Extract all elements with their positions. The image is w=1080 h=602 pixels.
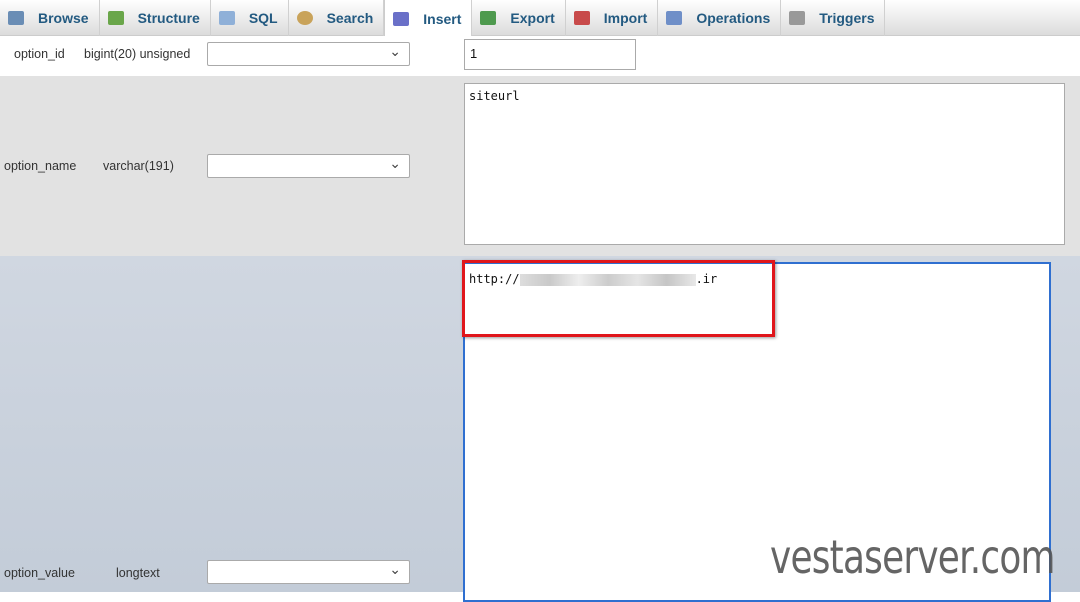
tab-browse[interactable]: Browse <box>0 0 100 36</box>
value-input[interactable]: 1 <box>464 39 636 70</box>
tab-import[interactable]: Import <box>566 0 659 36</box>
column-type: bigint(20) unsigned <box>84 47 191 61</box>
column-type: longtext <box>116 566 160 580</box>
tab-triggers[interactable]: Triggers <box>781 0 886 36</box>
function-select[interactable] <box>207 42 410 66</box>
row-option-id: option_id bigint(20) unsigned 1 <box>0 36 1080 76</box>
column-type: varchar(191) <box>103 159 174 173</box>
sql-scroll-icon <box>218 11 235 25</box>
tab-insert[interactable]: Insert <box>384 0 473 37</box>
insert-icon <box>393 11 410 26</box>
tab-search[interactable]: Search <box>289 0 385 36</box>
tab-sql[interactable]: SQL <box>211 0 289 36</box>
tab-bar: Browse Structure SQL Search Insert Expor… <box>0 0 1080 37</box>
column-name: option_value <box>4 566 75 580</box>
export-icon <box>480 11 497 25</box>
structure-icon <box>107 11 124 25</box>
tab-operations[interactable]: Operations <box>658 0 782 36</box>
highlight-box <box>462 260 775 337</box>
value-textarea[interactable]: siteurl <box>464 83 1065 245</box>
import-icon <box>573 11 590 25</box>
tab-export[interactable]: Export <box>472 0 566 36</box>
table-icon <box>8 11 24 25</box>
function-select[interactable] <box>207 560 410 584</box>
column-name: option_name <box>4 159 77 173</box>
row-option-name: option_name varchar(191) siteurl <box>0 76 1080 256</box>
column-name: option_id <box>14 47 65 61</box>
watermark: vestaserver.com <box>770 530 1055 584</box>
tab-structure[interactable]: Structure <box>100 0 211 36</box>
wrench-icon <box>666 11 683 25</box>
function-select[interactable] <box>207 154 410 178</box>
triggers-icon <box>789 11 806 25</box>
magnifier-icon <box>296 11 313 25</box>
